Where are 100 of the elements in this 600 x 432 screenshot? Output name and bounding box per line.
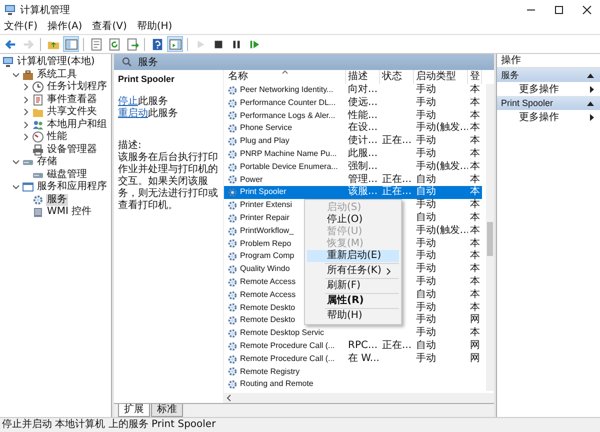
service-name[interactable]: Remote Procedure Call (... bbox=[240, 340, 335, 353]
help-icon bbox=[150, 38, 164, 50]
service-name[interactable]: Remote Deskto bbox=[240, 314, 296, 328]
action-link[interactable]: 停止 bbox=[118, 96, 138, 107]
gear-icon bbox=[227, 315, 238, 326]
gear-icon bbox=[227, 136, 238, 148]
table-cell: 手动 bbox=[416, 302, 436, 313]
gear-icon bbox=[227, 148, 238, 160]
service-name[interactable]: Remote Desktop Servic bbox=[240, 327, 324, 340]
action-section-header[interactable]: 服务 bbox=[497, 68, 600, 82]
service-name[interactable]: Routing and Remote bbox=[240, 378, 314, 392]
action-text: 此服务 bbox=[148, 108, 178, 119]
tree-item[interactable]: 服务 bbox=[46, 194, 68, 206]
chevron-right-icon[interactable] bbox=[22, 120, 30, 129]
service-name[interactable]: Phone Service bbox=[240, 122, 292, 136]
table-cell: 本 bbox=[470, 224, 480, 236]
service-name[interactable]: Quality Windo bbox=[240, 263, 290, 276]
chevron-right-icon[interactable] bbox=[22, 96, 30, 104]
service-name[interactable]: Power bbox=[240, 174, 263, 186]
chevron-right-icon[interactable] bbox=[22, 83, 30, 92]
service-name[interactable]: Plug and Play bbox=[240, 135, 290, 148]
menu-item[interactable]: 文件(F) bbox=[4, 21, 38, 33]
panel-title: 服务 bbox=[138, 56, 158, 69]
table-cell: 本 bbox=[470, 212, 480, 223]
service-name[interactable]: PrintWorkflow_ bbox=[240, 224, 294, 238]
tree-item[interactable]: 系统工具 bbox=[36, 68, 78, 81]
gear-icon bbox=[227, 187, 238, 198]
chevron-down-icon[interactable] bbox=[12, 183, 20, 192]
chevron-right-icon[interactable] bbox=[22, 133, 30, 142]
service-name[interactable]: Problem Repo bbox=[240, 238, 292, 250]
tab[interactable]: 标准 bbox=[151, 404, 183, 417]
tree-item[interactable]: 存储 bbox=[36, 156, 58, 168]
service-title: Print Spooler bbox=[118, 74, 176, 84]
tree-item[interactable]: 共享文件夹 bbox=[46, 106, 98, 118]
close-icon[interactable] bbox=[582, 5, 592, 15]
collapse-icon[interactable] bbox=[587, 72, 594, 78]
tree-item[interactable]: 计算机管理(本地) bbox=[16, 56, 96, 68]
service-name[interactable]: Performance Counter DL... bbox=[240, 96, 336, 110]
context-menu-item[interactable]: 属性(R) bbox=[307, 295, 399, 307]
service-name[interactable]: Remote Deskto bbox=[240, 302, 296, 314]
tree-item[interactable]: 磁盘管理 bbox=[46, 168, 88, 181]
service-name[interactable]: PNRP Machine Name Pu... bbox=[240, 148, 337, 161]
context-menu-item[interactable]: 帮助(H) bbox=[307, 310, 399, 322]
scroll-left-icon[interactable] bbox=[226, 394, 232, 402]
gear-icon bbox=[227, 110, 238, 122]
collapse-icon[interactable] bbox=[587, 100, 594, 106]
menu-item[interactable]: 操作(A) bbox=[48, 21, 82, 33]
tree-item[interactable]: 服务和应用程序 bbox=[36, 181, 108, 194]
tree-item[interactable]: 设备管理器 bbox=[46, 144, 98, 156]
menu-item[interactable]: 查看(V) bbox=[92, 21, 127, 33]
actions-icon bbox=[168, 38, 182, 50]
table-cell: 自动 bbox=[416, 288, 436, 300]
action-item[interactable]: 更多操作 bbox=[519, 82, 559, 96]
service-name[interactable]: Remote Access bbox=[240, 276, 296, 289]
column-header[interactable]: 启动类型 bbox=[414, 70, 468, 84]
search-icon bbox=[122, 57, 132, 67]
column-header[interactable]: 登 bbox=[468, 70, 482, 84]
tree-pane-toggle[interactable] bbox=[63, 36, 79, 52]
menu-item[interactable]: 帮助(H) bbox=[136, 21, 172, 33]
chevron-down-icon[interactable] bbox=[12, 158, 20, 166]
column-header[interactable]: 描述 bbox=[346, 70, 380, 84]
gear-icon bbox=[227, 276, 238, 288]
maximize-icon[interactable] bbox=[554, 5, 564, 15]
tree-item[interactable]: 任务计划程序 bbox=[46, 81, 108, 94]
horizontal-scrollbar[interactable] bbox=[224, 393, 494, 403]
column-header[interactable]: 名称 bbox=[224, 70, 346, 84]
context-menu-item[interactable]: 重新启动(E) bbox=[307, 250, 399, 262]
column-header[interactable]: 状态 bbox=[380, 70, 414, 84]
tree-item[interactable]: 性能 bbox=[46, 131, 68, 144]
gear-icon bbox=[227, 123, 238, 134]
context-menu-item[interactable]: 停止(O) bbox=[307, 214, 399, 226]
service-name[interactable]: Program Comp bbox=[240, 250, 294, 264]
service-name[interactable]: Printer Repair bbox=[240, 212, 290, 225]
service-name[interactable]: Remote Procedure Call (... bbox=[240, 352, 335, 366]
context-menu-item[interactable]: 刷新(F) bbox=[307, 280, 399, 292]
service-name[interactable]: Printer Extensi bbox=[240, 199, 292, 212]
service-name[interactable]: Peer Networking Identity... bbox=[240, 84, 334, 97]
service-name[interactable]: Remote Registry bbox=[240, 366, 300, 378]
table-cell: 本 bbox=[470, 238, 480, 249]
table-cell: 手动(触发... bbox=[416, 160, 468, 172]
table-cell: 手动 bbox=[416, 135, 436, 146]
tab[interactable]: 扩展 bbox=[118, 404, 150, 417]
action-section-header[interactable]: Print Spooler bbox=[497, 96, 600, 110]
chevron-down-icon[interactable] bbox=[12, 70, 20, 79]
action-item[interactable]: 更多操作 bbox=[519, 110, 559, 124]
tree-item[interactable]: 本地用户和组 bbox=[46, 118, 108, 131]
table-cell: 网 bbox=[470, 314, 480, 326]
service-name[interactable]: Performance Logs & Aler... bbox=[240, 110, 336, 122]
chevron-right-icon[interactable] bbox=[22, 108, 30, 116]
submenu-arrow-icon bbox=[590, 86, 594, 92]
service-name[interactable]: Portable Device Enumera... bbox=[240, 160, 338, 174]
service-name[interactable]: Remote Access bbox=[240, 288, 296, 302]
action-link[interactable]: 重启动 bbox=[118, 108, 148, 119]
context-menu-item[interactable]: 所有任务(K) bbox=[307, 265, 399, 277]
vertical-scrollbar[interactable] bbox=[486, 84, 494, 391]
gear-icon bbox=[227, 162, 238, 173]
tree-item[interactable]: WMI 控件 bbox=[46, 206, 93, 218]
server-icon bbox=[32, 206, 44, 218]
action-pane-toggle[interactable] bbox=[167, 36, 183, 52]
tree-item[interactable]: 事件查看器 bbox=[46, 94, 98, 106]
